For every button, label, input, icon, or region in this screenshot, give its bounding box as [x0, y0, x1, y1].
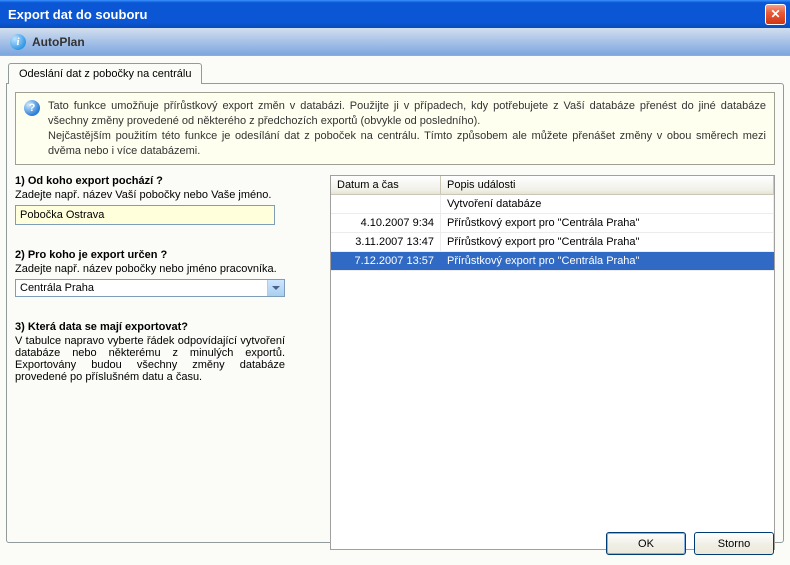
cancel-button[interactable]: Storno	[694, 532, 774, 555]
col-header-date[interactable]: Datum a čas	[331, 176, 441, 194]
ok-button[interactable]: OK	[606, 532, 686, 555]
tab-label: Odeslání dat z pobočky na centrálu	[19, 68, 191, 80]
tab-panel: Tato funkce umožňuje přírůstkový export …	[6, 83, 784, 543]
table-row[interactable]: 7.12.2007 13:57Přírůstkový export pro "C…	[331, 252, 774, 271]
chevron-down-icon	[272, 286, 280, 290]
title-bar: Export dat do souboru ✕	[0, 0, 790, 28]
close-icon: ✕	[770, 7, 780, 21]
from-input[interactable]	[15, 205, 275, 225]
tab-send-data[interactable]: Odeslání dat z pobočky na centrálu	[8, 63, 202, 84]
window-title: Export dat do souboru	[8, 7, 765, 22]
app-name: AutoPlan	[32, 35, 85, 49]
info-icon	[10, 34, 26, 50]
close-button[interactable]: ✕	[765, 4, 786, 25]
cell-desc: Přírůstkový export pro "Centrála Praha"	[441, 214, 774, 232]
help-icon	[24, 100, 40, 116]
section-from: 1) Od koho export pochází ? Zadejte např…	[15, 175, 320, 225]
combo-selected: Centrála Praha	[16, 280, 267, 296]
section3-desc: V tabulce napravo vyberte řádek odpovída…	[15, 335, 285, 383]
table-row[interactable]: Vytvoření databáze	[331, 195, 774, 214]
section-which: 3) Která data se mají exportovat? V tabu…	[15, 321, 320, 383]
section-to: 2) Pro koho je export určen ? Zadejte na…	[15, 249, 320, 297]
section2-desc: Zadejte např. název pobočky nebo jméno p…	[15, 263, 320, 275]
section1-title: 1) Od koho export pochází ?	[15, 175, 320, 187]
app-subbar: AutoPlan	[0, 28, 790, 56]
table-body: Vytvoření databáze4.10.2007 9:34Přírůstk…	[331, 195, 774, 549]
section1-desc: Zadejte např. název Vaší pobočky nebo Va…	[15, 189, 320, 201]
cell-desc: Vytvoření databáze	[441, 195, 774, 213]
cell-date: 7.12.2007 13:57	[331, 252, 441, 270]
cell-date	[331, 195, 441, 213]
help-text: Tato funkce umožňuje přírůstkový export …	[48, 99, 766, 158]
combo-dropdown-button[interactable]	[267, 280, 284, 296]
col-header-desc[interactable]: Popis události	[441, 176, 774, 194]
cell-desc: Přírůstkový export pro "Centrála Praha"	[441, 233, 774, 251]
export-events-table: Datum a čas Popis události Vytvoření dat…	[330, 175, 775, 550]
section3-title: 3) Která data se mají exportovat?	[15, 321, 320, 333]
table-row[interactable]: 4.10.2007 9:34Přírůstkový export pro "Ce…	[331, 214, 774, 233]
help-panel: Tato funkce umožňuje přírůstkový export …	[15, 92, 775, 165]
section2-title: 2) Pro koho je export určen ?	[15, 249, 320, 261]
cell-date: 4.10.2007 9:34	[331, 214, 441, 232]
cell-desc: Přírůstkový export pro "Centrála Praha"	[441, 252, 774, 270]
table-row[interactable]: 3.11.2007 13:47Přírůstkový export pro "C…	[331, 233, 774, 252]
table-header: Datum a čas Popis události	[331, 176, 774, 195]
cell-date: 3.11.2007 13:47	[331, 233, 441, 251]
to-combobox[interactable]: Centrála Praha	[15, 279, 285, 297]
